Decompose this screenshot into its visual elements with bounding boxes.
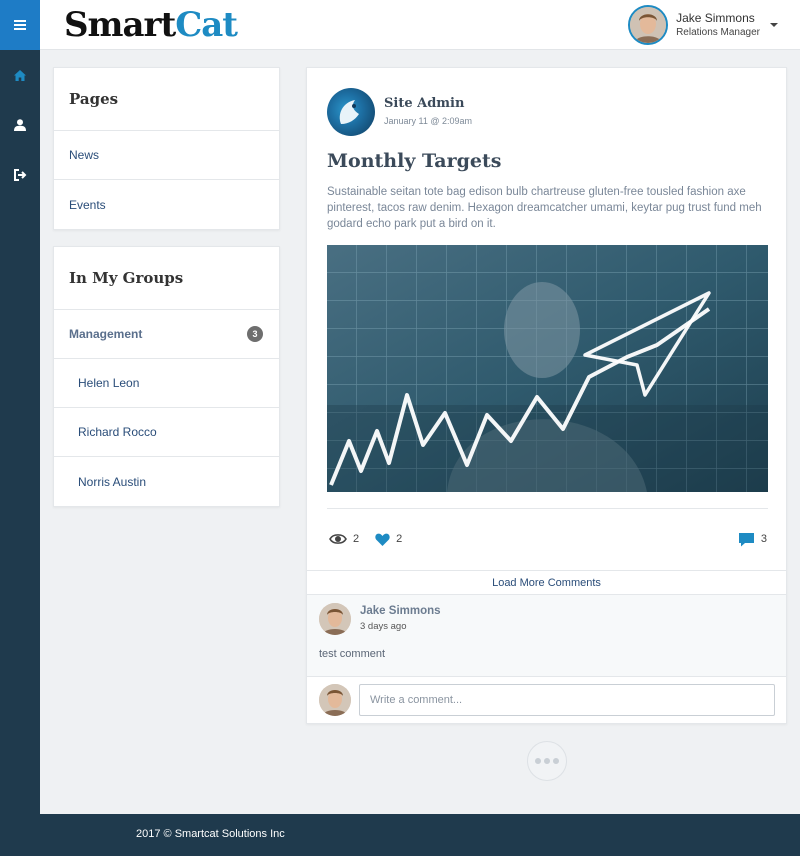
page-link-news[interactable]: News bbox=[54, 131, 279, 180]
group-count-badge: 3 bbox=[247, 326, 263, 342]
footer-copyright: 2017 © Smartcat Solutions Inc bbox=[136, 828, 285, 840]
user-role: Relations Manager bbox=[676, 26, 760, 38]
user-icon bbox=[14, 119, 26, 131]
pages-panel: Pages News Events bbox=[53, 67, 280, 230]
views-count: 2 bbox=[353, 533, 360, 545]
group-name: Management bbox=[69, 327, 143, 341]
post-body: Sustainable seitan tote bag edison bulb … bbox=[327, 186, 762, 230]
logo-accent-text: Cat bbox=[175, 5, 238, 45]
top-header: Smart Cat Jake Simmons Relations Manager bbox=[40, 0, 800, 50]
comment-time: 3 days ago bbox=[360, 621, 407, 632]
chevron-down-icon bbox=[770, 23, 778, 27]
post-divider bbox=[327, 508, 768, 509]
comments-count: 3 bbox=[760, 533, 767, 545]
groups-panel-title: In My Groups bbox=[54, 247, 279, 310]
more-dots-icon bbox=[534, 758, 561, 764]
post-stats: 2 2 3 bbox=[329, 529, 767, 549]
comment-text: test comment bbox=[319, 648, 386, 660]
home-icon bbox=[14, 69, 26, 81]
comments-stat[interactable]: 3 bbox=[738, 532, 767, 547]
post-card: Site Admin January 11 @ 2:09am Monthly T… bbox=[306, 67, 787, 724]
load-more-comments-button[interactable]: Load More Comments bbox=[307, 570, 786, 595]
comment-item: Jake Simmons 3 days ago test comment bbox=[307, 595, 786, 677]
rail-logout-button[interactable] bbox=[0, 150, 40, 200]
user-menu[interactable]: Jake Simmons Relations Manager bbox=[628, 5, 778, 45]
current-user-avatar bbox=[319, 684, 351, 716]
comment-icon bbox=[738, 532, 754, 546]
views-stat[interactable]: 2 bbox=[329, 533, 359, 545]
load-more-posts-button[interactable] bbox=[527, 741, 567, 781]
comment-input[interactable] bbox=[359, 684, 775, 716]
menu-icon bbox=[14, 20, 26, 30]
post-date: January 11 @ 2:09am bbox=[384, 116, 473, 126]
menu-button[interactable] bbox=[0, 0, 40, 50]
post-title: Monthly Targets bbox=[327, 150, 502, 172]
rail-profile-button[interactable] bbox=[0, 100, 40, 150]
post-image[interactable] bbox=[327, 245, 768, 492]
smartcat-logo[interactable]: Smart Cat bbox=[64, 3, 238, 47]
heart-icon bbox=[375, 533, 390, 546]
eye-icon bbox=[329, 534, 347, 544]
comment-author-avatar[interactable] bbox=[319, 603, 351, 635]
left-rail bbox=[0, 0, 40, 814]
comment-author[interactable]: Jake Simmons bbox=[360, 603, 441, 619]
rail-home-button[interactable] bbox=[0, 50, 40, 100]
comment-compose bbox=[307, 677, 786, 723]
pages-panel-title: Pages bbox=[54, 68, 279, 131]
group-member-richard-rocco[interactable]: Richard Rocco bbox=[54, 408, 279, 457]
group-item-management[interactable]: Management 3 bbox=[54, 310, 279, 359]
likes-count: 2 bbox=[396, 533, 403, 545]
page-link-events[interactable]: Events bbox=[54, 180, 279, 229]
user-name: Jake Simmons bbox=[676, 10, 755, 25]
logout-icon bbox=[13, 169, 26, 181]
likes-stat[interactable]: 2 bbox=[375, 533, 402, 546]
post-author[interactable]: Site Admin bbox=[384, 95, 472, 113]
groups-panel: In My Groups Management 3 Helen Leon Ric… bbox=[53, 246, 280, 507]
site-admin-avatar[interactable] bbox=[327, 88, 375, 136]
logo-text: Smart bbox=[64, 5, 176, 45]
group-member-norris-austin[interactable]: Norris Austin bbox=[54, 457, 279, 506]
group-member-helen-leon[interactable]: Helen Leon bbox=[54, 359, 279, 408]
user-avatar bbox=[628, 5, 669, 45]
footer: 2017 © Smartcat Solutions Inc bbox=[0, 814, 800, 856]
